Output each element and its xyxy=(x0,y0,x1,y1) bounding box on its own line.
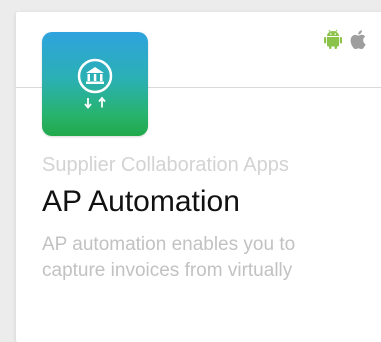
app-title[interactable]: AP Automation xyxy=(42,185,240,219)
android-icon xyxy=(324,29,342,54)
platform-icons xyxy=(324,29,366,54)
apple-icon xyxy=(350,29,366,54)
bank-transfer-icon[interactable] xyxy=(42,32,148,136)
app-card[interactable]: Supplier Collaboration Apps AP Automatio… xyxy=(16,12,381,342)
app-category: Supplier Collaboration Apps xyxy=(42,154,289,176)
app-description: AP automation enables you to capture inv… xyxy=(42,234,296,281)
